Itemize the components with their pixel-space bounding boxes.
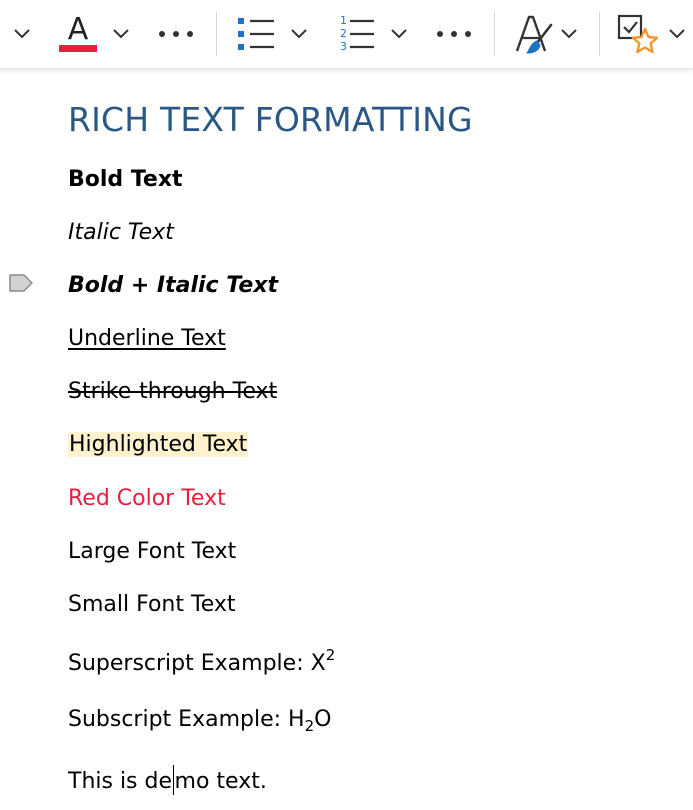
strikethrough-text-line[interactable]: Strike-through Text [68, 377, 277, 407]
toolbar-separator [494, 12, 495, 56]
ribbon-toolbar: A 1 2 3 [0, 0, 693, 69]
more-icon [437, 31, 471, 37]
numbering-digit-1: 1 [340, 14, 347, 27]
highlighted-text-line[interactable]: Highlighted Text [68, 430, 249, 460]
chevron-down-icon [14, 29, 30, 39]
chevron-down-icon [561, 29, 577, 39]
demo-text-line[interactable]: This is de mo text. [68, 765, 267, 797]
bullets-dropdown[interactable] [286, 22, 312, 46]
bullets-icon [238, 18, 274, 50]
chevron-down-icon [391, 29, 407, 39]
numbering-digit-2: 2 [340, 27, 347, 40]
font-color-dropdown[interactable] [108, 22, 134, 46]
superscript-example-line[interactable]: Superscript Example: X2 [68, 646, 336, 679]
superscript-value: 2 [325, 646, 336, 664]
numbering-dropdown[interactable] [386, 22, 412, 46]
page-title[interactable]: RICH TEXT FORMATTING [68, 100, 473, 140]
document-canvas[interactable]: RICH TEXT FORMATTING Bold Text Italic Te… [0, 68, 693, 810]
font-color-swatch [59, 45, 97, 52]
numbering-icon: 1 2 3 [340, 14, 374, 53]
underline-text-line[interactable]: Underline Text [68, 324, 226, 354]
demo-text-before-caret: This is de [68, 769, 173, 794]
subscript-value: 2 [304, 717, 315, 735]
font-color-icon: A [59, 12, 97, 52]
tag-button[interactable] [614, 10, 660, 58]
large-font-text-line[interactable]: Large Font Text [68, 537, 236, 567]
font-color-button[interactable]: A [56, 10, 100, 56]
small-font-text-line[interactable]: Small Font Text [68, 590, 235, 620]
numbering-digit-3: 3 [340, 40, 347, 53]
superscript-prefix: Superscript Example: X [68, 651, 326, 676]
highlighted-text: Highlighted Text [68, 432, 249, 457]
more-paragraph-button[interactable] [430, 20, 478, 48]
bold-text-line[interactable]: Bold Text [68, 165, 183, 195]
subscript-prefix: Subscript Example: H [68, 707, 305, 732]
bullets-button[interactable] [232, 12, 278, 56]
more-icon [159, 31, 193, 37]
more-formatting-button[interactable] [152, 20, 200, 48]
paragraph-tag-icon[interactable] [8, 273, 34, 293]
demo-text-after-caret: mo text. [174, 769, 267, 794]
styles-button[interactable] [510, 10, 556, 58]
styles-icon [515, 15, 553, 54]
chevron-down-icon [669, 29, 685, 39]
numbering-button[interactable]: 1 2 3 [332, 10, 378, 56]
italic-text-line[interactable]: Italic Text [68, 218, 174, 248]
red-color-text-line[interactable]: Red Color Text [68, 484, 226, 514]
chevron-down-icon [113, 29, 129, 39]
subscript-example-line[interactable]: Subscript Example: H2O [68, 705, 331, 735]
tag-to-do-icon [617, 14, 659, 54]
styles-dropdown[interactable] [556, 22, 582, 46]
subscript-suffix: O [314, 707, 332, 732]
toolbar-separator [599, 12, 600, 56]
chevron-down-icon [291, 29, 307, 39]
bold-italic-text-line[interactable]: Bold + Italic Text [68, 271, 278, 301]
tag-dropdown[interactable] [664, 22, 690, 46]
previous-dropdown-chevron[interactable] [8, 22, 36, 46]
font-color-letter: A [68, 12, 89, 47]
toolbar-separator [216, 12, 217, 56]
